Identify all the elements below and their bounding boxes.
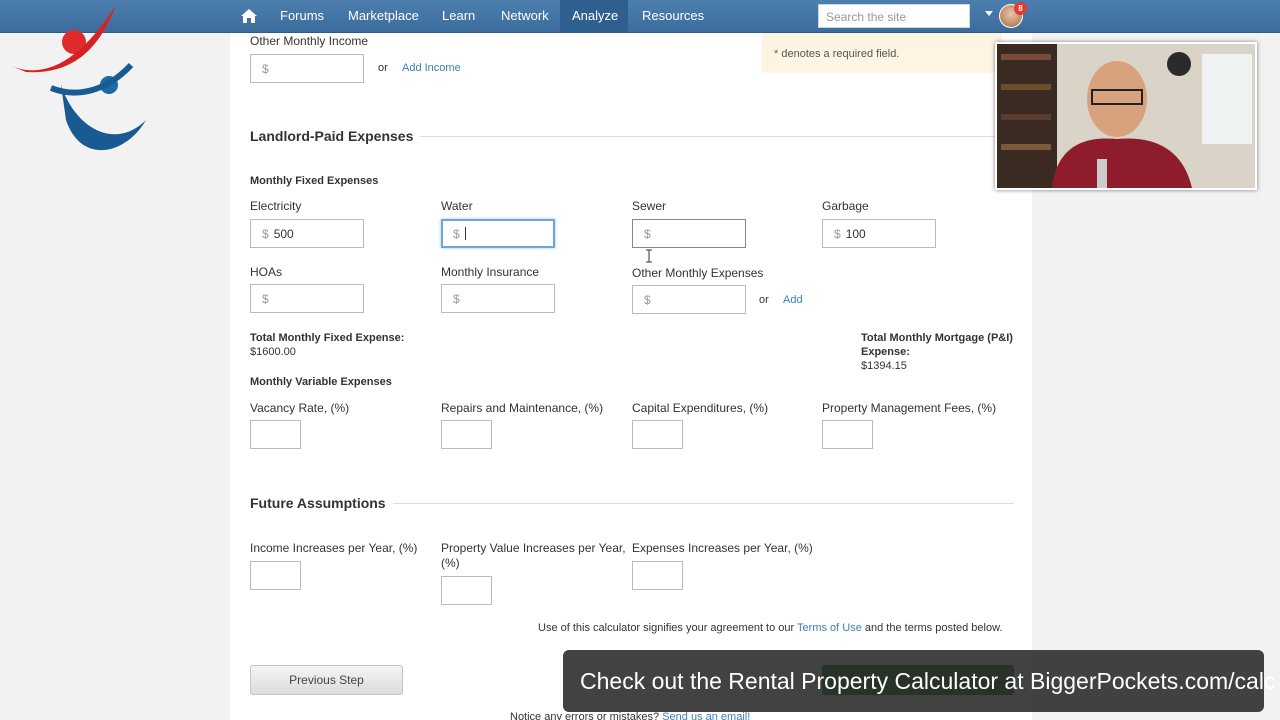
property-increase-input[interactable] (441, 576, 492, 605)
webcam-overlay (995, 42, 1257, 190)
hoas-input[interactable]: $ (250, 284, 364, 313)
currency-symbol: $ (644, 227, 651, 241)
other-expenses-label: Other Monthly Expenses (632, 266, 764, 280)
currency-symbol: $ (262, 227, 269, 241)
total-fixed-value: $1600.00 (250, 346, 296, 358)
total-fixed-expense: Total Monthly Fixed Expense: $1600.00 (250, 331, 404, 359)
total-fixed-label: Total Monthly Fixed Expense: (250, 332, 405, 344)
terms-post: and the terms posted below. (861, 622, 1003, 634)
send-email-link[interactable]: Send us an email! (662, 711, 750, 720)
garbage-value: 100 (845, 227, 866, 241)
chevron-down-icon[interactable] (985, 11, 993, 16)
currency-symbol: $ (644, 293, 651, 307)
income-increase-label: Income Increases per Year, (%) (250, 541, 418, 555)
insurance-label: Monthly Insurance (441, 265, 540, 279)
search-input[interactable]: Search the site (818, 4, 970, 28)
water-label: Water (441, 199, 473, 213)
repairs-label: Repairs and Maintenance, (%) (441, 401, 604, 415)
text-cursor (464, 227, 466, 240)
text-cursor-icon (646, 249, 652, 263)
currency-symbol: $ (262, 62, 269, 76)
currency-symbol: $ (834, 227, 841, 241)
repairs-input[interactable] (441, 420, 492, 449)
nav-learn[interactable]: Learn (432, 0, 482, 33)
other-monthly-income-input[interactable]: $ (250, 54, 364, 83)
other-expenses-input[interactable]: $ (632, 285, 746, 314)
future-assumptions-title: Future Assumptions (250, 495, 386, 511)
section-divider (420, 136, 1014, 137)
other-monthly-income-label: Other Monthly Income (250, 34, 369, 48)
terms-of-use-link[interactable]: Terms of Use (797, 622, 862, 634)
insurance-input[interactable]: $ (441, 284, 555, 313)
webcam-video (997, 44, 1255, 188)
monthly-variable-title: Monthly Variable Expenses (250, 376, 392, 388)
notification-badge[interactable]: 8 (1014, 2, 1027, 15)
error-note-pre: Notice any errors or mistakes? (510, 711, 663, 720)
required-notice: * denotes a required field. (762, 33, 1002, 73)
electricity-input[interactable]: $500 (250, 219, 364, 248)
terms-text: Use of this calculator signifies your ag… (538, 622, 1003, 634)
home-icon[interactable] (240, 7, 258, 25)
expenses-increase-input[interactable] (632, 561, 683, 590)
monthly-fixed-title: Monthly Fixed Expenses (250, 175, 379, 187)
income-increase-input[interactable] (250, 561, 301, 590)
water-input[interactable]: $ (441, 219, 555, 248)
nav-analyze[interactable]: Analyze (560, 0, 628, 33)
total-mortgage-label: Total Monthly Mortgage (P&I) (861, 332, 1013, 344)
previous-step-button[interactable]: Previous Step (250, 665, 403, 695)
logo-icon (11, 5, 146, 151)
expenses-increase-label: Expenses Increases per Year, (%) (632, 541, 813, 555)
required-notice-text: denotes a required field. (781, 48, 900, 60)
vacancy-label: Vacancy Rate, (%) (250, 401, 350, 415)
electricity-label: Electricity (250, 199, 302, 213)
or-text: or (378, 62, 388, 74)
vacancy-input[interactable] (250, 420, 301, 449)
property-increase-label-1: Property Value Increases per Year, (441, 541, 626, 555)
error-report-note: Notice any errors or mistakes? Send us a… (510, 711, 750, 720)
sewer-input[interactable]: $ (632, 219, 746, 248)
currency-symbol: $ (453, 292, 460, 306)
add-expense-link[interactable]: Add (783, 294, 803, 306)
nav-marketplace[interactable]: Marketplace (338, 0, 424, 33)
caption-banner: Check out the Rental Property Calculator… (563, 650, 1275, 712)
required-asterisk: * (774, 48, 779, 60)
section-divider (393, 503, 1014, 504)
nav-network[interactable]: Network (491, 0, 557, 33)
electricity-value: 500 (273, 227, 294, 241)
management-label: Property Management Fees, (%) (822, 401, 997, 415)
capex-label: Capital Expenditures, (%) (632, 401, 769, 415)
garbage-label: Garbage (822, 199, 869, 213)
add-income-link[interactable]: Add Income (402, 62, 461, 74)
management-input[interactable] (822, 420, 873, 449)
currency-symbol: $ (453, 227, 460, 241)
top-navbar: Forums Marketplace Learn Network Analyze… (0, 0, 1280, 33)
sewer-label: Sewer (632, 199, 667, 213)
terms-pre: Use of this calculator signifies your ag… (538, 622, 798, 634)
property-increase-label: Property Value Increases per Year, (%) (441, 541, 626, 571)
total-mortgage-label-2: Expense: (861, 346, 910, 358)
total-mortgage-expense: Total Monthly Mortgage (P&I) Expense: $1… (861, 331, 1013, 373)
landlord-expenses-title: Landlord-Paid Expenses (250, 128, 414, 144)
total-mortgage-value: $1394.15 (861, 360, 907, 372)
nav-forums[interactable]: Forums (270, 0, 330, 33)
hoas-label: HOAs (250, 265, 283, 279)
capex-input[interactable] (632, 420, 683, 449)
property-increase-label-2: (%) (441, 556, 460, 570)
nav-resources[interactable]: Resources (632, 0, 712, 33)
garbage-input[interactable]: $100 (822, 219, 936, 248)
or-text: or (759, 294, 769, 306)
currency-symbol: $ (262, 292, 269, 306)
